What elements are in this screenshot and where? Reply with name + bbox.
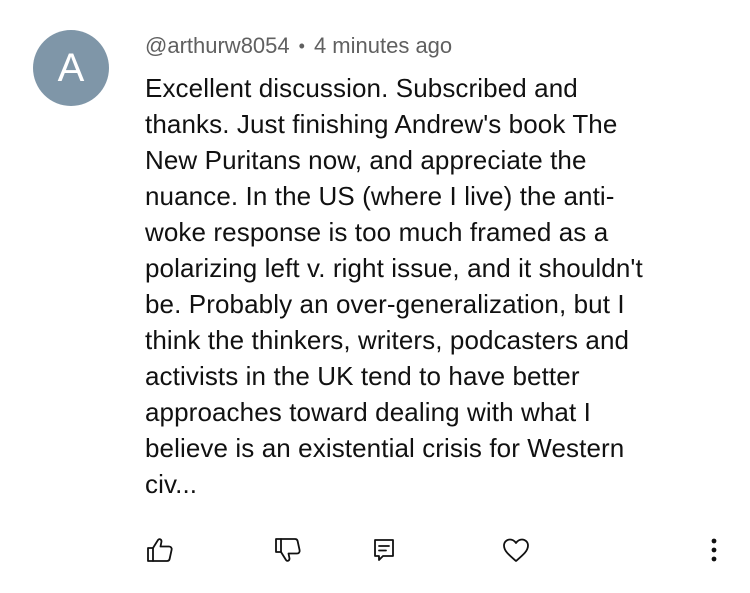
more-options-button[interactable]: [692, 528, 736, 572]
comment-text-line: be. Probably an over-generalization, but…: [145, 289, 625, 319]
comment-text-line[interactable]: civ...: [145, 466, 730, 502]
comment-text-line: thanks. Just finishing Andrew's book The: [145, 109, 618, 139]
comment-card: A @arthurw8054 • 4 minutes ago Excellent d…: [0, 0, 750, 593]
avatar[interactable]: A: [33, 30, 109, 106]
comment-text-line: approaches toward dealing with what I: [145, 397, 591, 427]
more-vertical-icon: [711, 538, 717, 562]
reply-icon: [374, 539, 394, 561]
timestamp: 4 minutes ago: [313, 33, 453, 58]
comment-text: Excellent discussion. Subscribed and tha…: [145, 70, 730, 502]
comment-text-line: nuance. In the US (where I live) the ant…: [145, 181, 615, 211]
thumbs-up-icon: [147, 538, 173, 562]
comment-actions: [0, 528, 750, 572]
username[interactable]: @arthurw8054: [145, 33, 290, 58]
comment-header: @arthurw8054 • 4 minutes ago: [145, 33, 452, 59]
comment-text-line: think the thinkers, writers, podcasters …: [145, 325, 630, 355]
heart-button[interactable]: [494, 528, 538, 572]
heart-icon: [503, 538, 529, 562]
dislike-button[interactable]: [266, 528, 310, 572]
separator-dot: •: [298, 36, 305, 56]
like-button[interactable]: [138, 528, 182, 572]
comment-text-line: woke response is too much framed as a: [145, 217, 609, 247]
comment-text-line: believe is an existential crisis for Wes…: [145, 433, 625, 463]
reply-button[interactable]: [362, 528, 406, 572]
comment-text-line: New Puritans now, and appreciate the: [145, 145, 587, 175]
thumbs-down-icon: [275, 538, 301, 562]
comment-text-line: activists in the UK tend to have better: [145, 361, 580, 391]
comment-text-line: Excellent discussion. Subscribed and: [145, 73, 578, 103]
comment-text-line: polarizing left v. right issue, and it s…: [145, 253, 643, 283]
